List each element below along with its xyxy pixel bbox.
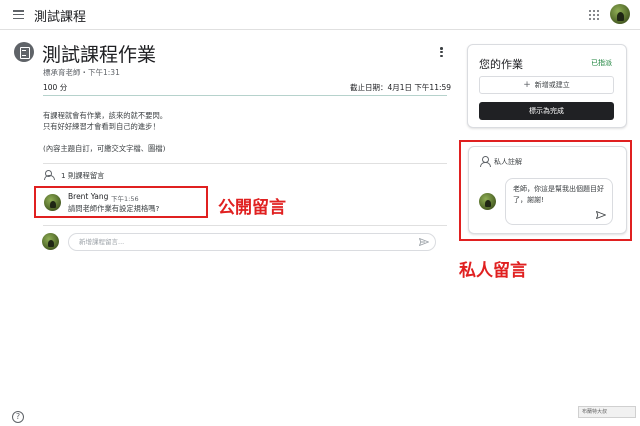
send-icon[interactable] — [419, 238, 429, 246]
private-comment-avatar — [479, 193, 496, 210]
description-line: 只有好好練習才會看到自己的進步！ — [43, 122, 160, 131]
mark-as-done-button[interactable]: 標示為完成 — [479, 102, 614, 120]
comments-divider — [43, 225, 447, 226]
your-work-title: 您的作業 — [479, 58, 523, 71]
assignment-title: 測試課程作業 — [42, 44, 157, 66]
add-or-create-label: 新增或建立 — [534, 81, 570, 89]
apps-grid-icon[interactable] — [589, 10, 599, 20]
course-title[interactable]: 測試課程 — [34, 6, 86, 25]
comment-time: 下午1:56 — [111, 195, 139, 203]
assignment-author-time: 標承育老師・下午1:31 — [43, 68, 120, 77]
description-line: 有課程就會有作業，該來的就不要閃。 — [43, 111, 168, 120]
top-app-bar: 測試課程 — [0, 0, 640, 30]
person-icon — [480, 156, 491, 167]
more-options-icon[interactable] — [440, 47, 443, 59]
hamburger-menu-icon[interactable] — [13, 10, 24, 20]
comment-author: Brent Yang — [68, 192, 109, 201]
people-icon — [44, 170, 58, 180]
assignment-due-date: 截止日期：4月1日 下午11:59 — [350, 83, 452, 92]
private-comment-draft[interactable]: 老師，你這是幫我出個題目好了，謝謝! — [513, 184, 605, 206]
account-avatar[interactable] — [610, 4, 630, 24]
assigned-status: 已指派 — [591, 59, 612, 67]
class-comment-input[interactable] — [68, 233, 436, 251]
description-divider — [43, 163, 447, 164]
public-comment-annotation: 公開留言 — [218, 198, 286, 218]
assignment-icon — [14, 42, 34, 62]
add-or-create-button[interactable]: + 新增或建立 — [479, 76, 614, 94]
class-comments-count[interactable]: 1 則課程留言 — [61, 171, 104, 181]
description-line — [43, 132, 167, 143]
plus-icon: + — [523, 80, 531, 90]
send-icon[interactable] — [596, 211, 606, 219]
header-divider — [43, 95, 447, 96]
help-icon[interactable]: ? — [12, 411, 24, 423]
assignment-points: 100 分 — [43, 83, 68, 92]
private-comments-title: 私人註解 — [494, 158, 522, 166]
private-comment-annotation: 私人留言 — [459, 261, 527, 281]
comment-text: 請問老師作業有設定規格嗎? — [68, 204, 160, 213]
description-line: (內容主題自訂，可繳交文字檔、圖檔) — [43, 144, 166, 153]
watermark: 布蘭特大叔 — [578, 406, 636, 418]
assignment-description: 有課程就會有作業，該來的就不要閃。 只有好好練習才會看到自己的進步！ (內容主題… — [43, 110, 167, 154]
current-user-avatar — [42, 233, 59, 250]
comment-author-avatar — [44, 194, 61, 211]
